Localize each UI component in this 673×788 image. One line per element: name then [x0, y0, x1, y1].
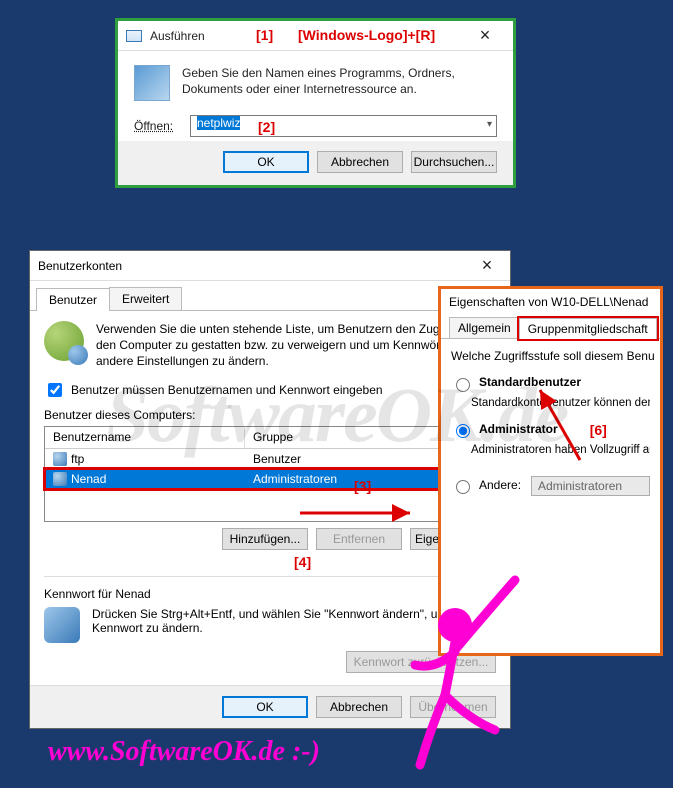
col-username[interactable]: Benutzername [45, 427, 245, 448]
list-header: Benutzername Gruppe [45, 427, 495, 449]
run-icon [126, 30, 142, 42]
annotation-3: [3] [354, 478, 384, 494]
tab-advanced[interactable]: Erweitert [109, 287, 182, 310]
radio-admin[interactable]: Administrator [6] [451, 421, 650, 439]
annotation-shortcut: [Windows-Logo]+[R] [298, 27, 435, 43]
pr-body: Welche Zugriffsstufe soll diesem Benu St… [441, 339, 660, 506]
stick-figure-icon [400, 600, 520, 750]
browse-button[interactable]: Durchsuchen... [411, 151, 497, 173]
table-row-selected[interactable]: Nenad Administratoren [45, 469, 495, 489]
other-select[interactable]: Administratoren [531, 476, 650, 496]
user-list[interactable]: Benutzername Gruppe ftp Benutzer Nenad A… [44, 426, 496, 522]
desc-standard: Standardkontobenutzer können den G Syste… [471, 396, 650, 411]
ok-button[interactable]: OK [223, 151, 309, 173]
radio-input[interactable] [456, 378, 470, 392]
cell-user: ftp [71, 452, 84, 466]
require-login-checkbox[interactable]: Benutzer müssen Benutzernamen und Kennwo… [44, 380, 496, 400]
radio-other-row: Andere: Administratoren [451, 476, 650, 496]
run-dialog: Ausführen × Geben Sie den Namen eines Pr… [115, 18, 516, 188]
key-icon [44, 607, 80, 643]
open-label: Öffnen: [134, 119, 180, 133]
ua-title: Benutzerkonten [38, 259, 472, 273]
access-level-question: Welche Zugriffsstufe soll diesem Benu [451, 349, 650, 365]
cancel-button[interactable]: Abbrechen [317, 151, 403, 173]
table-row[interactable]: ftp Benutzer [45, 449, 495, 469]
pr-title: Eigenschaften von W10-DELL\Nenad [441, 289, 660, 313]
pr-tabs: Allgemein Gruppenmitgliedschaft [5] [441, 313, 660, 339]
run-body: Geben Sie den Namen eines Programms, Ord… [118, 51, 513, 141]
ua-info-text: Verwenden Sie die unten stehende Liste, … [96, 321, 496, 370]
annotation-6: [6] [590, 421, 607, 439]
radio-standard[interactable]: Standardbenutzer [451, 375, 650, 392]
annotation-2: [2] [258, 119, 275, 135]
tab-users[interactable]: Benutzer [36, 288, 110, 311]
run-description: Geben Sie den Namen eines Programms, Ord… [182, 65, 497, 101]
checkbox-input[interactable] [48, 383, 62, 397]
cancel-button[interactable]: Abbrechen [316, 696, 402, 718]
radio-input[interactable] [456, 480, 470, 494]
open-input[interactable]: netplwiz ▾ [190, 115, 497, 137]
ok-button[interactable]: OK [222, 696, 308, 718]
users-icon [44, 321, 84, 361]
add-button[interactable]: Hinzufügen... [222, 528, 308, 550]
radio-other[interactable]: Andere: [451, 477, 521, 494]
annotation-5: [5] [662, 319, 663, 340]
user-icon [53, 472, 67, 486]
tab-membership[interactable]: Gruppenmitgliedschaft [519, 318, 657, 339]
footer-url: www.SoftwareOK.de :-) [48, 736, 320, 768]
ua-titlebar[interactable]: Benutzerkonten × [30, 251, 510, 281]
chevron-down-icon[interactable]: ▾ [487, 119, 492, 130]
annotation-1: [1] [256, 27, 273, 43]
desc-admin: Administratoren haben Vollzugriff auf Än… [471, 443, 650, 458]
run-buttons: OK Abbrechen Durchsuchen... [118, 141, 513, 185]
tab-general[interactable]: Allgemein [449, 317, 520, 338]
list-label: Benutzer dieses Computers: [44, 408, 496, 422]
radio-label: Andere: [479, 478, 521, 494]
remove-button: Entfernen [316, 528, 402, 550]
run-app-icon [134, 65, 170, 101]
user-icon [53, 452, 67, 466]
radio-label: Standardbenutzer [479, 375, 581, 391]
open-input-value: netplwiz [197, 116, 240, 130]
radio-label: Administrator [479, 422, 558, 438]
checkbox-label: Benutzer müssen Benutzernamen und Kennwo… [71, 383, 383, 397]
close-icon[interactable]: × [465, 25, 505, 46]
password-header: Kennwort für Nenad [44, 587, 496, 601]
cell-user: Nenad [71, 472, 106, 486]
annotation-4: [4] [294, 554, 324, 570]
close-icon[interactable]: × [472, 255, 502, 276]
radio-input[interactable] [456, 424, 470, 438]
